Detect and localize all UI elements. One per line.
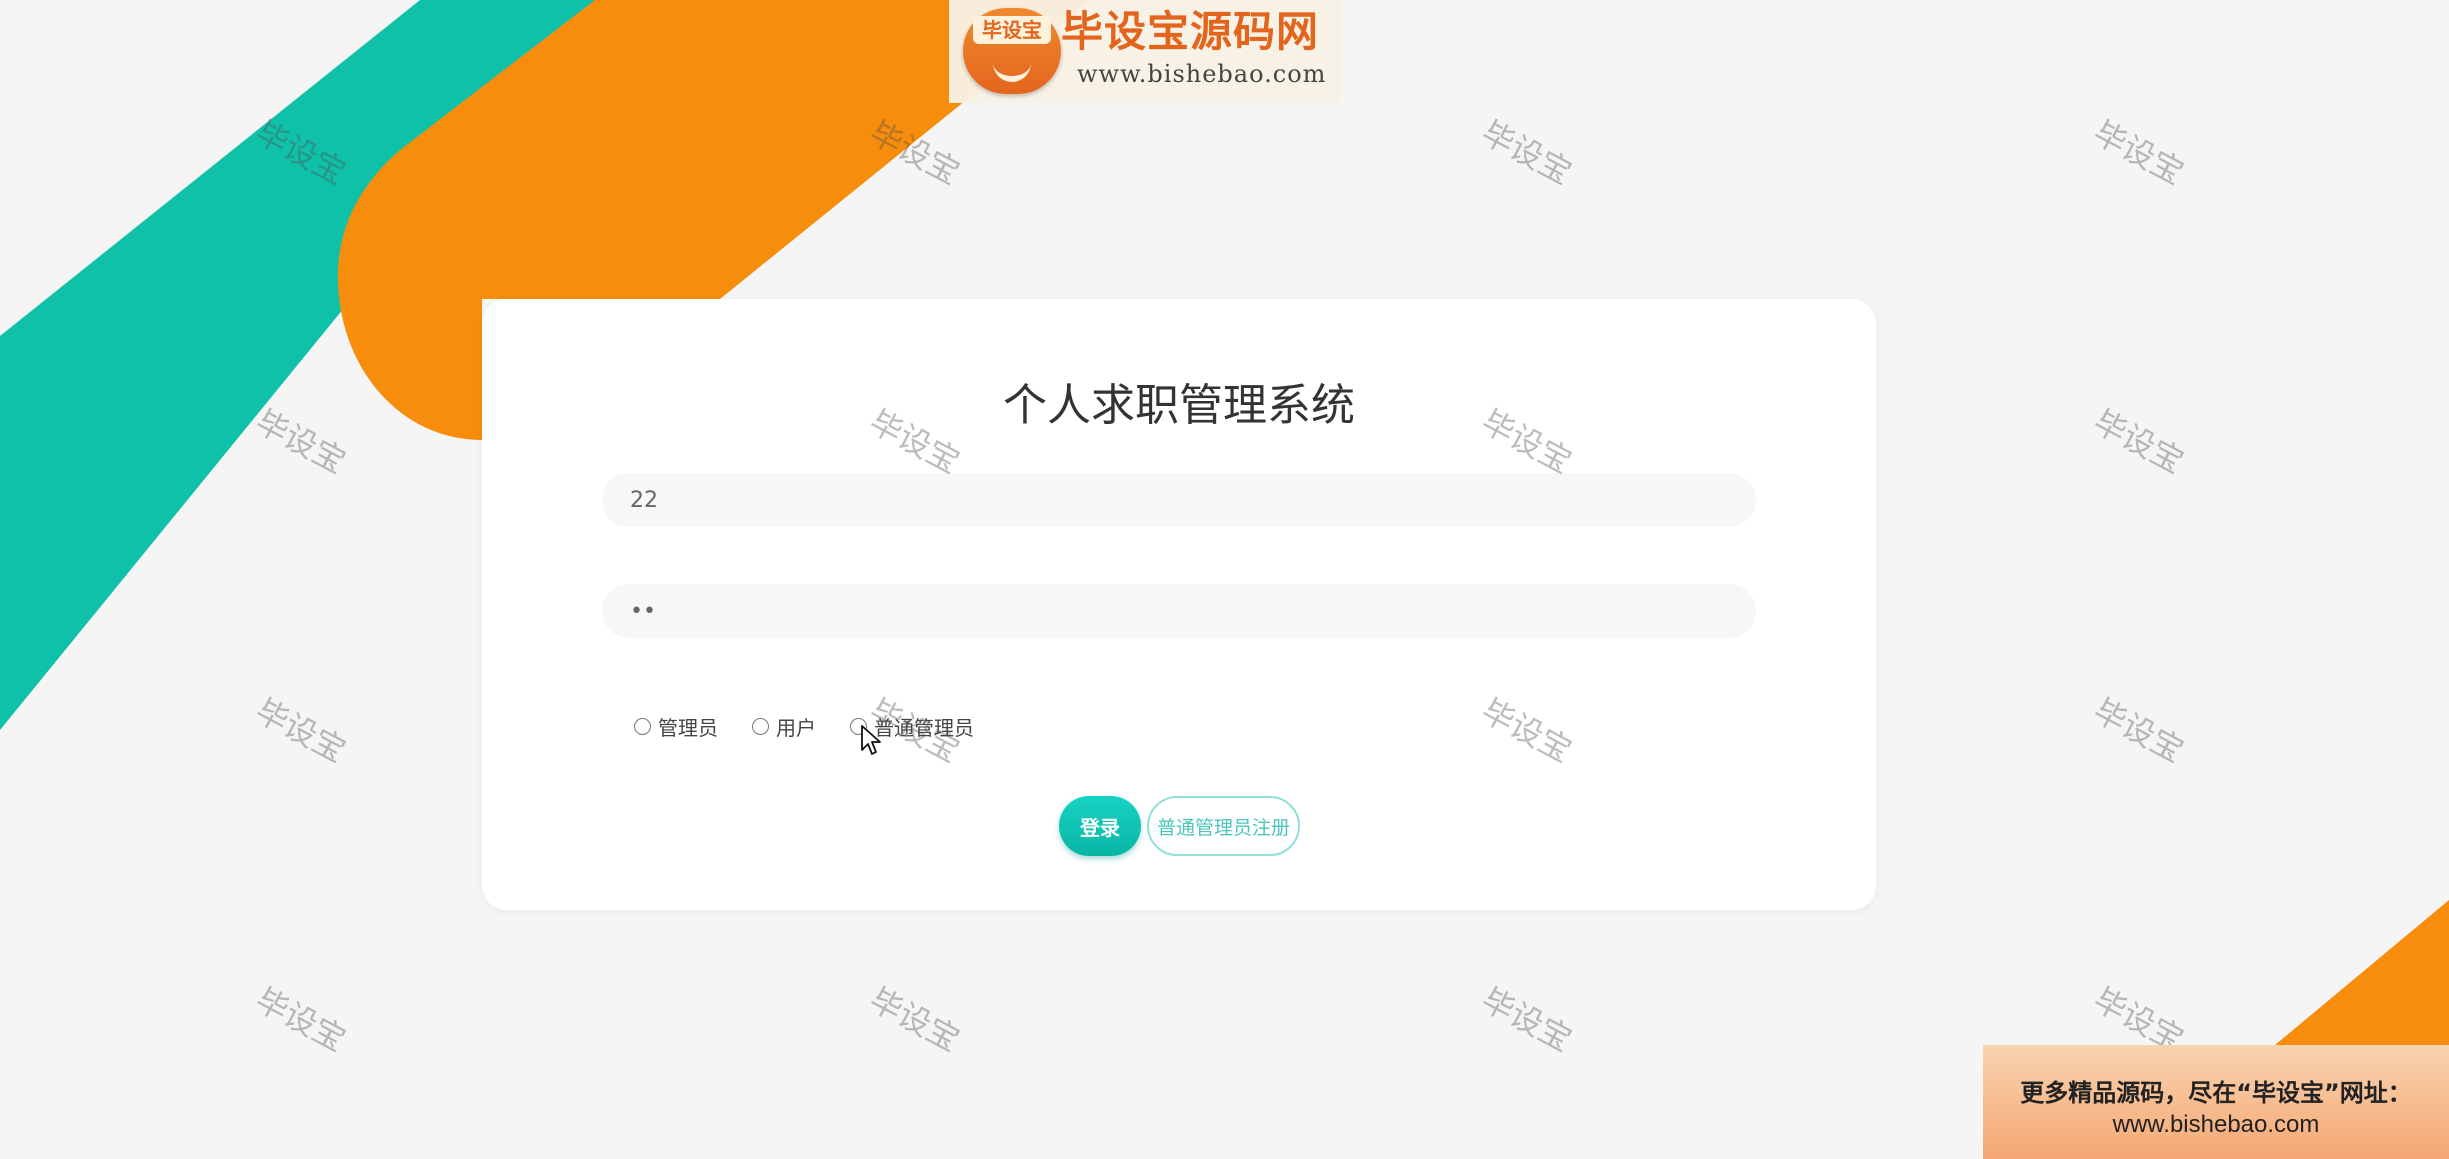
password-input[interactable] (602, 584, 1756, 638)
mouse-cursor-icon (861, 725, 881, 755)
role-label: 普通管理员 (874, 715, 974, 740)
promo-url: www.bishebao.com (2112, 1111, 2320, 1138)
role-selector: 管理员 用户 普通管理员 (634, 712, 1008, 740)
logo-title: 毕设宝源码网 (1061, 7, 1320, 56)
login-button[interactable]: 登录 (1059, 796, 1141, 856)
radio-icon[interactable] (752, 717, 769, 735)
username-input[interactable] (602, 473, 1756, 527)
logo-icon: 毕设宝 (963, 8, 1061, 94)
promo-banner[interactable]: 更多精品源码，尽在“毕设宝”网址： www.bishebao.com (1983, 1045, 2449, 1159)
button-group: 登录 普通管理员注册 (1059, 796, 1301, 856)
role-label: 用户 (776, 715, 816, 740)
login-card: 个人求职管理系统 管理员 用户 普通管理员 登录 普通管理员注册 (482, 299, 1876, 910)
role-option-user[interactable]: 用户 (752, 712, 816, 741)
role-label: 管理员 (658, 715, 718, 740)
radio-icon[interactable] (634, 717, 651, 735)
role-option-admin[interactable]: 管理员 (634, 712, 718, 741)
logo-banner: 毕设宝 毕设宝源码网 www.bishebao.com (949, 0, 1342, 103)
logo-smile-icon (993, 54, 1031, 82)
page-title: 个人求职管理系统 (1003, 380, 1355, 431)
promo-text: 更多精品源码，尽在“毕设宝”网址： (2020, 1079, 2412, 1107)
register-button[interactable]: 普通管理员注册 (1147, 796, 1301, 856)
logo-badge: 毕设宝 (973, 16, 1051, 44)
logo-url: www.bishebao.com (1077, 60, 1327, 88)
